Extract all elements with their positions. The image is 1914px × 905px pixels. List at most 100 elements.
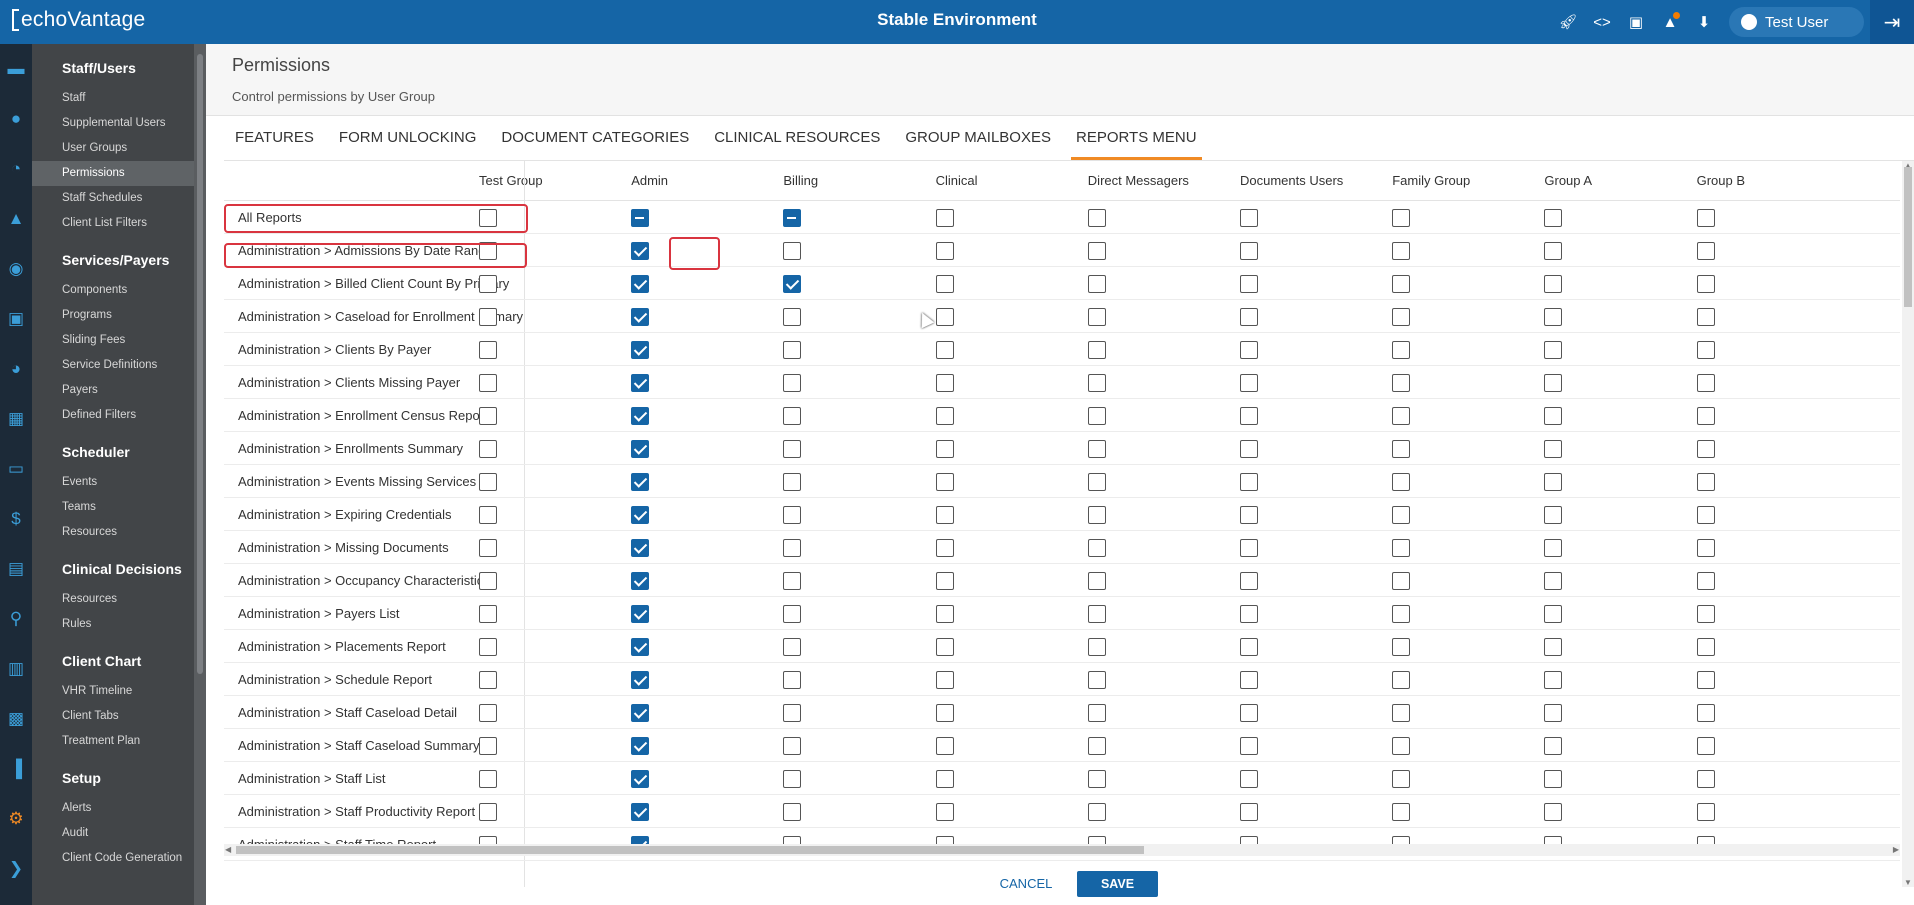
people-icon[interactable]: ● [0, 94, 32, 144]
stroller-icon[interactable]: ◔ [0, 144, 32, 194]
permission-checkbox[interactable] [1544, 506, 1563, 524]
permission-checkbox[interactable] [1696, 539, 1715, 557]
permission-checkbox[interactable] [631, 737, 650, 755]
sidebar-item-sliding-fees[interactable]: Sliding Fees [32, 328, 194, 353]
permission-checkbox[interactable] [1240, 374, 1258, 392]
permission-checkbox[interactable] [1392, 209, 1411, 227]
permission-checkbox[interactable] [783, 770, 802, 788]
permission-checkbox[interactable] [1240, 407, 1258, 425]
permission-checkbox[interactable] [1544, 473, 1563, 491]
rocket-icon[interactable]: 🚀︎ [1556, 10, 1580, 34]
tab-form-unlocking[interactable]: FORM UNLOCKING [334, 116, 482, 160]
permission-checkbox[interactable] [935, 341, 954, 359]
permission-checkbox[interactable] [631, 803, 650, 821]
permission-checkbox[interactable] [1087, 473, 1106, 491]
sidebar-item-client-tabs[interactable]: Client Tabs [32, 704, 194, 729]
permission-checkbox[interactable] [1544, 770, 1563, 788]
permission-checkbox[interactable] [1696, 374, 1715, 392]
permission-checkbox[interactable] [1087, 671, 1106, 689]
permission-checkbox[interactable] [631, 638, 650, 656]
permission-checkbox[interactable] [1544, 308, 1563, 326]
permission-checkbox[interactable] [631, 275, 650, 293]
permission-checkbox[interactable] [631, 770, 650, 788]
bed-icon[interactable]: ▬ [0, 44, 32, 94]
permission-checkbox[interactable] [479, 605, 497, 623]
permission-checkbox[interactable] [1544, 737, 1563, 755]
sidebar-item-defined-filters[interactable]: Defined Filters [32, 403, 194, 428]
permission-checkbox[interactable] [1087, 572, 1106, 590]
permission-checkbox[interactable] [1240, 242, 1258, 260]
permission-checkbox[interactable] [1087, 737, 1106, 755]
permission-checkbox[interactable] [935, 275, 954, 293]
permission-checkbox[interactable] [1240, 737, 1258, 755]
permission-checkbox[interactable] [783, 539, 802, 557]
permission-checkbox[interactable] [935, 407, 954, 425]
permission-checkbox[interactable] [1696, 308, 1715, 326]
permission-checkbox[interactable] [1544, 374, 1563, 392]
permission-checkbox[interactable] [1544, 572, 1563, 590]
permission-checkbox[interactable] [631, 407, 650, 425]
grid-horizontal-scrollbar[interactable]: ◀ ▶ [224, 844, 1900, 856]
permission-checkbox[interactable] [1392, 407, 1411, 425]
permission-checkbox[interactable] [1696, 440, 1715, 458]
permission-checkbox[interactable] [1392, 605, 1411, 623]
permission-checkbox[interactable] [1544, 638, 1563, 656]
permission-checkbox[interactable] [1087, 539, 1106, 557]
flask-icon[interactable]: ▲ [0, 194, 32, 244]
code-icon[interactable]: <> [1590, 10, 1614, 34]
permission-checkbox[interactable] [631, 671, 650, 689]
permission-checkbox[interactable] [1087, 638, 1106, 656]
permission-checkbox[interactable] [1392, 374, 1411, 392]
permission-checkbox[interactable] [783, 506, 802, 524]
permission-checkbox[interactable] [783, 308, 802, 326]
permission-checkbox[interactable] [1696, 242, 1715, 260]
permission-checkbox[interactable] [1240, 209, 1258, 227]
permission-checkbox[interactable] [1392, 242, 1411, 260]
permission-checkbox[interactable] [1696, 506, 1715, 524]
column-header-admin[interactable]: Admin [631, 173, 668, 188]
scroll-right-icon[interactable]: ▶ [1893, 845, 1899, 854]
grid-vertical-scrollbar[interactable]: ▲ ▼ [1902, 161, 1914, 887]
scroll-left-icon[interactable]: ◀ [225, 845, 231, 854]
permission-checkbox[interactable] [1240, 308, 1258, 326]
column-header-family-group[interactable]: Family Group [1392, 173, 1470, 188]
permission-checkbox[interactable] [479, 242, 497, 260]
permission-checkbox[interactable] [1392, 308, 1411, 326]
permission-checkbox[interactable] [1240, 341, 1258, 359]
permission-checkbox[interactable] [783, 605, 802, 623]
permission-checkbox[interactable] [1544, 605, 1563, 623]
permission-checkbox[interactable] [783, 374, 802, 392]
permission-checkbox[interactable] [479, 704, 497, 722]
permission-checkbox[interactable] [783, 671, 802, 689]
tab-document-categories[interactable]: DOCUMENT CATEGORIES [496, 116, 694, 160]
permission-checkbox[interactable] [935, 209, 954, 227]
tab-reports-menu[interactable]: REPORTS MENU [1070, 116, 1202, 160]
permission-checkbox[interactable] [631, 473, 650, 491]
sidebar-item-payers[interactable]: Payers [32, 378, 194, 403]
permission-checkbox[interactable] [1087, 605, 1106, 623]
permission-checkbox[interactable] [479, 473, 497, 491]
column-header-direct-messagers[interactable]: Direct Messagers [1088, 173, 1189, 188]
permission-checkbox[interactable] [1240, 704, 1258, 722]
permission-checkbox[interactable] [1696, 605, 1715, 623]
permission-checkbox[interactable] [479, 572, 497, 590]
permission-checkbox[interactable] [935, 671, 954, 689]
sidebar-item-teams[interactable]: Teams [32, 495, 194, 520]
permission-checkbox[interactable] [1696, 638, 1715, 656]
permission-checkbox[interactable] [1392, 572, 1411, 590]
sidebar-item-service-definitions[interactable]: Service Definitions [32, 353, 194, 378]
permission-checkbox[interactable] [631, 572, 650, 590]
permission-checkbox[interactable] [1087, 506, 1106, 524]
permission-checkbox[interactable] [783, 638, 802, 656]
permission-checkbox[interactable] [479, 440, 497, 458]
permission-checkbox[interactable] [1392, 638, 1411, 656]
permission-checkbox[interactable] [783, 440, 802, 458]
permission-checkbox[interactable] [783, 473, 802, 491]
permission-checkbox[interactable] [935, 605, 954, 623]
sidebar-item-staff-schedules[interactable]: Staff Schedules [32, 186, 194, 211]
column-header-group-a[interactable]: Group A [1544, 173, 1592, 188]
sidebar-item-resources[interactable]: Resources [32, 520, 194, 545]
permission-checkbox[interactable] [479, 506, 497, 524]
column-header-clinical[interactable]: Clinical [936, 173, 978, 188]
permission-checkbox[interactable] [1240, 605, 1258, 623]
